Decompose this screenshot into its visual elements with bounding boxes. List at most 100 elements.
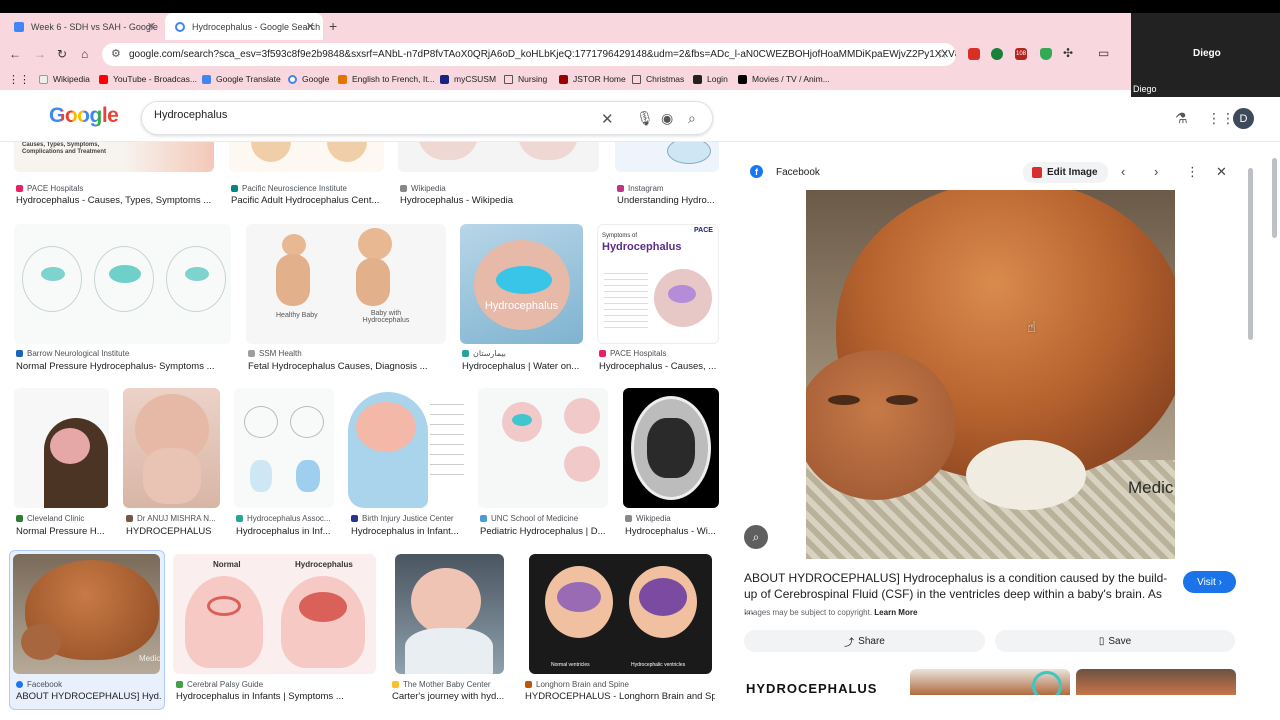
panel-scrollbar[interactable] bbox=[1248, 168, 1253, 340]
result-thumbnail-selected[interactable]: Medic bbox=[13, 554, 160, 674]
side-panel-icon[interactable]: ▭ bbox=[1098, 46, 1109, 60]
preview-header: f Facebook Edit Image ‹ › ⋮ ✕ bbox=[733, 155, 1245, 189]
share-icon: ⤴ bbox=[844, 637, 855, 649]
lens-icon[interactable]: ◉ bbox=[661, 110, 673, 127]
extensions-puzzle-icon[interactable]: ✣ bbox=[1063, 46, 1073, 60]
result-title[interactable]: Hydrocephalus - Wikipedia bbox=[400, 195, 599, 206]
result-thumbnail[interactable]: Hydrocephalus bbox=[460, 224, 583, 344]
close-tab-icon[interactable]: ✕ bbox=[147, 20, 156, 33]
copyright-notice: Images may be subject to copyright. Lear… bbox=[744, 608, 918, 617]
search-icon[interactable]: ⌕ bbox=[688, 110, 696, 127]
preview-image[interactable]: Medic bbox=[806, 190, 1175, 559]
calendar-ext-icon[interactable]: 108 bbox=[1015, 48, 1027, 60]
site-info-icon[interactable]: ⚙ bbox=[111, 47, 121, 60]
participant-caption: Diego bbox=[1133, 84, 1157, 94]
bookmark-movies[interactable]: Movies / TV / Anim... bbox=[738, 74, 830, 84]
tab-hydrocephalus[interactable]: Hydrocephalus - Google Search ✕ bbox=[165, 13, 323, 40]
bookmark-google-translate[interactable]: Google Translate bbox=[202, 74, 281, 84]
search-box[interactable]: ✕ 🎙 ◉ ⌕ bbox=[141, 101, 713, 135]
back-icon[interactable]: ← bbox=[9, 47, 21, 61]
result-thumbnail[interactable] bbox=[478, 388, 608, 508]
share-button[interactable]: ⤴ Share bbox=[744, 630, 985, 652]
related-image[interactable] bbox=[910, 669, 1070, 695]
docs-icon bbox=[14, 21, 24, 32]
save-button[interactable]: ▯ Save bbox=[995, 630, 1235, 652]
labs-flask-icon[interactable]: ⚗ bbox=[1175, 110, 1188, 127]
forward-icon[interactable]: → bbox=[34, 47, 46, 61]
result-title[interactable]: Hydrocephalus - Wi... bbox=[625, 526, 721, 537]
bookmark-star-icon[interactable]: ☆ bbox=[936, 46, 948, 62]
previous-icon[interactable]: ‹ bbox=[1121, 164, 1125, 179]
result-title[interactable]: Pediatric Hydrocephalus | D... bbox=[480, 526, 608, 537]
result-thumbnail[interactable]: Normal ventricles Hydrocephalic ventricl… bbox=[529, 554, 712, 674]
result-title[interactable]: Hydrocephalus - Causes, ... bbox=[599, 361, 721, 372]
bookmark-login[interactable]: Login bbox=[693, 74, 728, 84]
apps-grid-icon[interactable]: ⋮⋮ bbox=[8, 73, 30, 86]
bookmark-christmas[interactable]: Christmas bbox=[632, 74, 684, 84]
page-scrollbar[interactable] bbox=[1272, 158, 1277, 238]
mic-icon[interactable]: 🎙 bbox=[636, 110, 654, 127]
result-thumbnail[interactable] bbox=[229, 142, 384, 172]
result-title[interactable]: Hydrocephalus in Infants | Symptoms ... bbox=[176, 691, 376, 702]
related-image[interactable] bbox=[1076, 669, 1236, 695]
search-input[interactable] bbox=[154, 109, 554, 121]
result-thumbnail[interactable] bbox=[234, 388, 334, 508]
bookmark-google[interactable]: Google bbox=[288, 74, 329, 84]
result-source: UNC School of Medicine bbox=[480, 514, 610, 523]
close-tab-icon[interactable]: ✕ bbox=[306, 20, 315, 33]
grammarly-icon[interactable] bbox=[991, 48, 1003, 60]
result-thumbnail[interactable]: Causes, Types, Symptoms, Complications a… bbox=[14, 142, 214, 172]
preview-source[interactable]: Facebook bbox=[776, 167, 820, 178]
result-title[interactable]: Hydrocephalus in Inf... bbox=[236, 526, 334, 537]
tab-label: Hydrocephalus - Google Search bbox=[192, 21, 321, 32]
result-thumbnail[interactable] bbox=[398, 142, 599, 172]
edit-image-button[interactable]: Edit Image bbox=[1023, 162, 1108, 183]
result-title[interactable]: ABOUT HYDROCEPHALUS] Hyd... bbox=[16, 691, 161, 702]
result-title[interactable]: Normal Pressure Hydrocephalus- Symptoms … bbox=[16, 361, 231, 372]
related-image[interactable]: HYDROCEPHALUS bbox=[744, 669, 901, 695]
bookmark-jstor[interactable]: JSTOR Home bbox=[559, 74, 626, 84]
result-title[interactable]: Carter's journey with hyd... bbox=[392, 691, 504, 702]
result-title[interactable]: Hydrocephalus - Causes, Types, Symptoms … bbox=[16, 195, 216, 206]
result-title[interactable]: Normal Pressure H... bbox=[16, 526, 109, 537]
lens-search-icon[interactable]: ⌕ bbox=[744, 525, 768, 549]
result-title[interactable]: Understanding Hydro... bbox=[617, 195, 721, 206]
visit-button[interactable]: Visit › bbox=[1183, 571, 1236, 593]
clear-icon[interactable]: ✕ bbox=[601, 110, 614, 128]
address-bar[interactable]: ⚙ google.com/search?sca_esv=3f593c8f9e2b… bbox=[102, 43, 956, 66]
new-tab-button[interactable]: + bbox=[329, 18, 337, 34]
bookmark-mycsusm[interactable]: myCSUSM bbox=[440, 74, 496, 84]
result-title[interactable]: HYDROCEPHALUS bbox=[126, 526, 220, 537]
next-icon[interactable]: › bbox=[1154, 164, 1158, 179]
avatar[interactable]: D bbox=[1233, 108, 1254, 129]
bookmark-youtube[interactable]: YouTube - Broadcas... bbox=[99, 74, 197, 84]
learn-more-link[interactable]: Learn More bbox=[874, 608, 917, 617]
result-thumbnail[interactable] bbox=[615, 142, 719, 172]
google-logo[interactable]: Google bbox=[49, 104, 119, 128]
result-source: SSM Health bbox=[248, 349, 448, 358]
reload-icon[interactable]: ↻ bbox=[57, 47, 67, 61]
result-thumbnail[interactable] bbox=[348, 388, 466, 508]
shield-ext-icon[interactable] bbox=[1040, 48, 1052, 60]
result-thumbnail[interactable] bbox=[123, 388, 220, 508]
bookmark-nursing[interactable]: Nursing bbox=[504, 74, 547, 84]
result-title[interactable]: Pacific Adult Hydrocephalus Cent... bbox=[231, 195, 384, 206]
close-icon[interactable]: ✕ bbox=[1216, 164, 1227, 180]
result-thumbnail[interactable]: Healthy Baby Baby with Hydrocephalus bbox=[246, 224, 446, 344]
bookmark-english-french[interactable]: English to French, It... bbox=[338, 74, 435, 84]
result-thumbnail[interactable] bbox=[14, 388, 109, 508]
home-icon[interactable]: ⌂ bbox=[81, 47, 88, 61]
result-title[interactable]: Hydrocephalus | Water on... bbox=[462, 361, 585, 372]
result-title[interactable]: Hydrocephalus in Infant... bbox=[351, 526, 466, 537]
result-thumbnail[interactable] bbox=[14, 224, 231, 344]
result-thumbnail[interactable]: Normal Hydrocephalus bbox=[173, 554, 376, 674]
result-thumbnail[interactable] bbox=[623, 388, 719, 508]
result-thumbnail[interactable]: Symptoms of Hydrocephalus PACE bbox=[597, 224, 719, 344]
result-thumbnail[interactable] bbox=[395, 554, 504, 674]
more-options-icon[interactable]: ⋮ bbox=[1186, 164, 1199, 180]
bookmark-wikipedia[interactable]: Wikipedia bbox=[39, 74, 90, 84]
result-title[interactable]: HYDROCEPHALUS - Longhorn Brain and Spi..… bbox=[525, 691, 715, 702]
tab-week6[interactable]: Week 6 - SDH vs SAH - Google ✕ bbox=[4, 13, 164, 40]
extension-icon[interactable] bbox=[968, 48, 980, 60]
result-title[interactable]: Fetal Hydrocephalus Causes, Diagnosis ..… bbox=[248, 361, 448, 372]
